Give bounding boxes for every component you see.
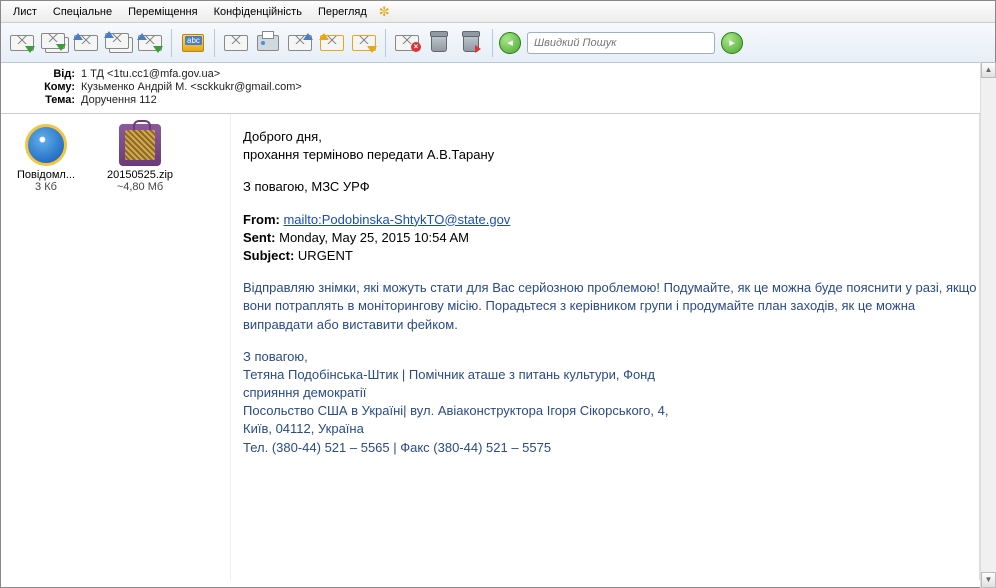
print-button[interactable] <box>253 28 283 58</box>
window-scrollbar[interactable]: ▲ ▼ <box>980 62 996 588</box>
attachment-name: 20150525.zip <box>105 169 175 181</box>
menu-list[interactable]: Лист <box>5 4 45 20</box>
attachment-item[interactable]: Повідомл... 3 Кб <box>11 124 81 193</box>
attachment-item[interactable]: 20150525.zip ~4,80 Мб <box>105 124 175 193</box>
menu-confidentiality[interactable]: Конфіденційність <box>206 4 310 20</box>
to-label: Кому: <box>11 81 81 93</box>
forwarded-from-label: From: <box>243 212 280 227</box>
archive-icon <box>119 124 161 166</box>
separator <box>214 29 215 57</box>
attachment-name: Повідомл... <box>11 169 81 181</box>
message-body-pane: Доброго дня, прохання терміново передати… <box>231 114 995 580</box>
forwarded-from-link[interactable]: mailto:Podobinska-ShtykTO@state.gov <box>283 212 510 227</box>
attachment-size: 3 Кб <box>11 181 81 193</box>
to-value: Кузьменко Андрій М. <sckkukr@gmail.com> <box>81 81 302 93</box>
mark-junk-button[interactable]: × <box>392 28 422 58</box>
forwarded-sent-label: Sent: <box>243 230 276 245</box>
delete-button[interactable] <box>424 28 454 58</box>
signature-line: З повагою, <box>243 348 977 366</box>
signature-line: сприяння демократії <box>243 384 977 402</box>
forward-button[interactable] <box>349 28 379 58</box>
address-book-button[interactable] <box>178 28 208 58</box>
signature-line: Тетяна Подобінська-Штик | Помічник аташе… <box>243 366 977 384</box>
separator <box>492 29 493 57</box>
send-button[interactable] <box>7 28 37 58</box>
compose-button[interactable] <box>221 28 251 58</box>
content-area: Повідомл... 3 Кб 20150525.zip ~4,80 Мб Д… <box>1 114 995 580</box>
reply-button[interactable] <box>285 28 315 58</box>
delete-forward-button[interactable] <box>456 28 486 58</box>
menu-move[interactable]: Переміщення <box>120 4 205 20</box>
from-value: 1 ТД <1tu.cc1@mfa.gov.ua> <box>81 68 220 80</box>
search-input[interactable] <box>527 32 715 54</box>
gear-icon[interactable]: ✼ <box>379 4 390 20</box>
body-signoff: З повагою, МЗС УРФ <box>243 178 977 196</box>
sync-button[interactable] <box>135 28 165 58</box>
signature-line: Тел. (380-44) 521 – 5565 | Факс (380-44)… <box>243 439 977 457</box>
attachment-size: ~4,80 Мб <box>105 181 175 193</box>
subject-value: Доручення 112 <box>81 94 157 106</box>
scroll-down-button[interactable]: ▼ <box>981 572 996 588</box>
scroll-up-button[interactable]: ▲ <box>981 62 996 78</box>
attachments-pane: Повідомл... 3 Кб 20150525.zip ~4,80 Мб <box>1 114 231 580</box>
body-greeting: Доброго дня, <box>243 128 977 146</box>
forwarded-subject-value: URGENT <box>298 248 353 263</box>
menu-view[interactable]: Перегляд <box>310 4 375 20</box>
signature-line: Київ, 04112, Україна <box>243 420 977 438</box>
body-line: прохання терміново передати А.В.Тарану <box>243 146 977 164</box>
subject-label: Тема: <box>11 94 81 106</box>
prev-button[interactable]: ◂ <box>499 32 521 54</box>
forwarded-subject-label: Subject: <box>243 248 294 263</box>
message-body: Доброго дня, прохання терміново передати… <box>235 128 977 457</box>
reply-all-button[interactable] <box>317 28 347 58</box>
next-button[interactable]: ▸ <box>721 32 743 54</box>
receive-all-button[interactable] <box>103 28 133 58</box>
body-paragraph: Відправляю знімки, які можуть стати для … <box>243 279 977 334</box>
forwarded-sent-value: Monday, May 25, 2015 10:54 AM <box>279 230 469 245</box>
ie-icon <box>25 124 67 166</box>
from-label: Від: <box>11 68 81 80</box>
menubar: Лист Спеціальне Переміщення Конфіденційн… <box>1 1 995 23</box>
send-all-button[interactable] <box>39 28 69 58</box>
menu-special[interactable]: Спеціальне <box>45 4 120 20</box>
separator <box>385 29 386 57</box>
message-headers: Від:1 ТД <1tu.cc1@mfa.gov.ua> Кому:Кузьм… <box>1 63 995 114</box>
signature-line: Посольство США в Україні| вул. Авіаконст… <box>243 402 977 420</box>
separator <box>171 29 172 57</box>
receive-button[interactable] <box>71 28 101 58</box>
toolbar: × ◂ ▸ <box>1 23 995 63</box>
